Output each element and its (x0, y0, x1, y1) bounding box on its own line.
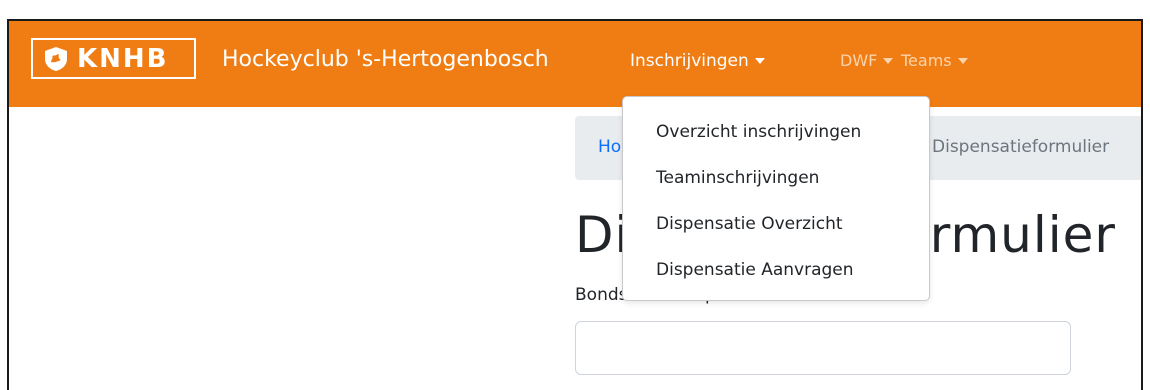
nav-inschrijvingen[interactable]: Inschrijvingen (630, 51, 765, 71)
caret-down-icon (754, 58, 765, 64)
club-name[interactable]: Hockeyclub 's-Hertogenbosch (222, 47, 549, 72)
inschrijvingen-dropdown-menu: Overzicht inschrijvingen Teaminschrijvin… (622, 96, 930, 301)
navbar: KNHB Hockeyclub 's-Hertogenbosch Inschri… (9, 21, 1141, 107)
dropdown-item-dispensatie-aanvragen[interactable]: Dispensatie Aanvragen (656, 260, 854, 280)
caret-down-icon (957, 57, 968, 64)
browser-viewport: KNHB Hockeyclub 's-Hertogenbosch Inschri… (7, 19, 1143, 390)
dropdown-item-dispensatie-overzicht[interactable]: Dispensatie Overzicht (656, 214, 843, 234)
breadcrumb-current: Dispensatieformulier (932, 137, 1110, 157)
knhb-shield-icon (45, 46, 67, 71)
bondsnummer-input[interactable] (575, 321, 1071, 375)
nav-inschrijvingen-label: Inschrijvingen (630, 51, 749, 71)
caret-down-icon (883, 57, 894, 64)
nav-dwf-label: DWF (840, 51, 878, 70)
nav-dwf[interactable]: DWF (840, 51, 894, 70)
dropdown-item-overzicht-inschrijvingen[interactable]: Overzicht inschrijvingen (656, 122, 861, 142)
nav-teams[interactable]: Teams (901, 51, 968, 70)
knhb-logo[interactable]: KNHB (31, 38, 196, 79)
dropdown-item-teaminschrijvingen[interactable]: Teaminschrijvingen (656, 168, 819, 188)
breadcrumb-home-link[interactable]: Ho (598, 137, 621, 157)
nav-teams-label: Teams (901, 51, 952, 70)
logo-text: KNHB (77, 43, 169, 74)
